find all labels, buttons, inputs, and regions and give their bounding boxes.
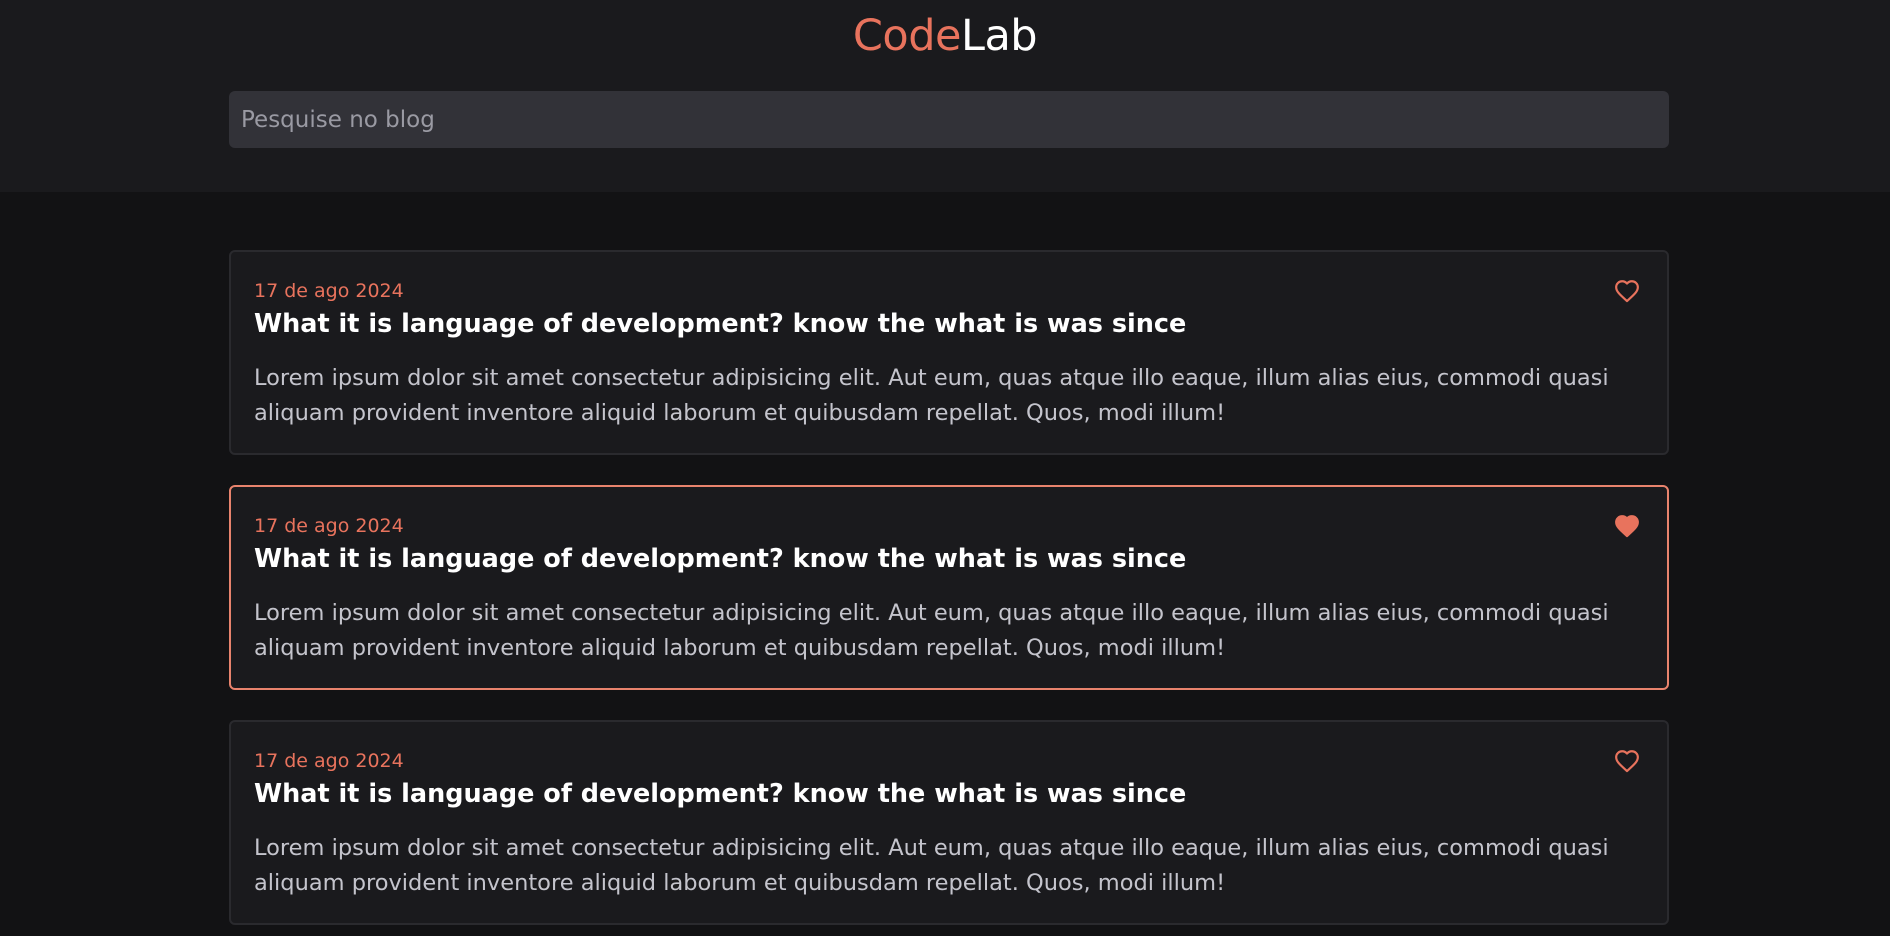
logo-lab-text: Lab bbox=[960, 11, 1038, 61]
post-title[interactable]: What it is language of development? know… bbox=[254, 544, 1186, 574]
post-card[interactable]: 17 de ago 2024 What it is language of de… bbox=[229, 485, 1669, 690]
post-card[interactable]: 17 de ago 2024 What it is language of de… bbox=[229, 250, 1669, 455]
logo-code-text: Code bbox=[852, 11, 962, 61]
post-date: 17 de ago 2024 bbox=[254, 750, 404, 772]
post-excerpt: Lorem ipsum dolor sit amet consectetur a… bbox=[254, 835, 1609, 896]
search-input[interactable] bbox=[229, 91, 1669, 148]
post-title[interactable]: What it is language of development? know… bbox=[254, 309, 1186, 339]
post-date: 17 de ago 2024 bbox=[254, 280, 404, 302]
site-header: CodeLab bbox=[0, 0, 1890, 192]
heart-icon[interactable] bbox=[1613, 513, 1641, 539]
post-excerpt: Lorem ipsum dolor sit amet consectetur a… bbox=[254, 365, 1609, 426]
heart-icon[interactable] bbox=[1613, 748, 1641, 774]
heart-icon[interactable] bbox=[1613, 278, 1641, 304]
post-title[interactable]: What it is language of development? know… bbox=[254, 779, 1186, 809]
post-card[interactable]: 17 de ago 2024 What it is language of de… bbox=[229, 720, 1669, 925]
post-date: 17 de ago 2024 bbox=[254, 515, 404, 537]
post-excerpt: Lorem ipsum dolor sit amet consectetur a… bbox=[254, 600, 1609, 661]
site-logo[interactable]: CodeLab bbox=[0, 10, 1890, 62]
